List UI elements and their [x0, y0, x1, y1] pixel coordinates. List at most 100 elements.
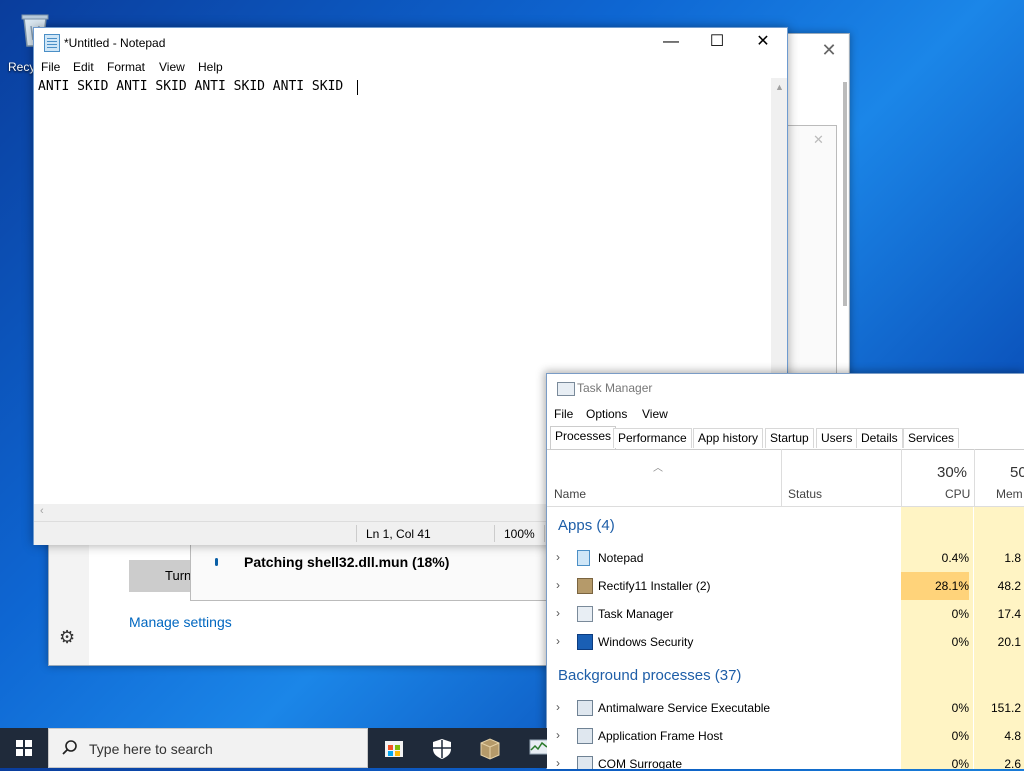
notepad-app-icon: [44, 34, 60, 52]
maximize-button[interactable]: ☐: [694, 28, 740, 58]
table-row[interactable]: › Windows Security 0% 20.1: [547, 628, 1024, 656]
process-cpu: 0%: [951, 757, 969, 769]
table-row[interactable]: › Task Manager 0% 17.4: [547, 600, 1024, 628]
installer-status-text: Patching shell32.dll.mun (18%): [244, 554, 450, 570]
tab-details[interactable]: Details: [856, 428, 903, 448]
task-manager-title: Task Manager: [577, 381, 653, 395]
settings-gear-icon[interactable]: ⚙: [59, 627, 81, 649]
expand-chevron-icon[interactable]: ›: [556, 578, 560, 592]
security-scrollbar[interactable]: [843, 82, 847, 306]
process-memory: 20.1: [997, 635, 1021, 649]
task-manager-tabs: Processes Performance App history Startu…: [547, 426, 1024, 450]
process-cpu: 28.1%: [901, 572, 969, 600]
tab-processes[interactable]: Processes: [550, 426, 617, 449]
tab-startup[interactable]: Startup: [765, 428, 814, 448]
status-separator: [356, 525, 357, 542]
windows-logo-icon: [16, 740, 32, 756]
menu-view[interactable]: View: [159, 60, 185, 74]
process-memory: 1.8: [1004, 551, 1021, 565]
tab-app-history[interactable]: App history: [693, 428, 764, 448]
menu-edit[interactable]: Edit: [73, 60, 94, 74]
close-button[interactable]: ✕: [740, 28, 786, 58]
scroll-up-icon[interactable]: ▲: [775, 82, 784, 92]
taskbar-security-button[interactable]: [418, 728, 466, 768]
security-close-button[interactable]: ✕: [819, 40, 839, 60]
menu-format[interactable]: Format: [107, 60, 145, 74]
progress-spinner-icon: [215, 558, 218, 566]
expand-chevron-icon[interactable]: ›: [556, 634, 560, 648]
notepad-menubar: File Edit Format View Help: [34, 58, 787, 78]
process-memory: 17.4: [997, 607, 1021, 621]
shield-icon: [433, 739, 451, 759]
column-divider: [974, 449, 975, 506]
expand-chevron-icon[interactable]: ›: [556, 606, 560, 620]
manage-settings-link[interactable]: Manage settings: [129, 614, 232, 630]
process-cpu: 0%: [951, 607, 969, 621]
taskbar-task-manager-button[interactable]: [514, 728, 547, 768]
expand-chevron-icon[interactable]: ›: [556, 700, 560, 714]
turn-on-button[interactable]: Turn on: [129, 560, 195, 592]
process-name: COM Surrogate: [598, 757, 683, 769]
table-row[interactable]: › COM Surrogate 0% 2.6: [547, 750, 1024, 769]
task-manager-window: Task Manager File Options View Processes…: [546, 373, 1024, 769]
sort-chevron-up-icon[interactable]: ︿: [653, 459, 663, 474]
notepad-icon: [577, 550, 590, 566]
process-name: Rectify11 Installer (2): [598, 579, 711, 593]
tab-services[interactable]: Services: [903, 428, 960, 448]
task-manager-icon: [529, 739, 547, 755]
table-row[interactable]: › Application Frame Host 0% 4.8: [547, 722, 1024, 750]
recycle-bin-label: Recy: [8, 60, 36, 74]
service-window-icon: [577, 700, 593, 716]
status-separator: [494, 525, 495, 542]
cpu-total: 30%: [937, 464, 968, 481]
tab-users[interactable]: Users: [816, 428, 858, 448]
process-name: Task Manager: [598, 607, 674, 621]
package-box-icon: [480, 738, 500, 760]
process-memory: 4.8: [1004, 729, 1021, 743]
search-placeholder: Type here to search: [89, 741, 213, 757]
column-name[interactable]: Name: [554, 487, 586, 501]
store-bag-icon: [385, 741, 403, 757]
table-row[interactable]: › Antimalware Service Executable 0% 151.…: [547, 694, 1024, 722]
background-group-header: Background processes (37): [558, 667, 742, 684]
process-name: Notepad: [598, 551, 644, 565]
tm-menu-view[interactable]: View: [642, 407, 668, 421]
service-window-icon: [577, 728, 593, 744]
taskbar: Type here to search: [0, 728, 547, 768]
turn-on-label: Turn on: [165, 568, 192, 583]
menu-help[interactable]: Help: [198, 60, 223, 74]
column-divider: [901, 449, 902, 506]
tm-menu-options[interactable]: Options: [586, 407, 627, 421]
notepad-titlebar[interactable]: *Untitled - Notepad — ☐ ✕: [34, 28, 787, 58]
service-window-icon: [577, 756, 593, 769]
column-memory[interactable]: Mem: [996, 487, 1023, 501]
expand-chevron-icon[interactable]: ›: [556, 728, 560, 742]
expand-chevron-icon[interactable]: ›: [556, 550, 560, 564]
tm-menu-file[interactable]: File: [554, 407, 573, 421]
minimize-button[interactable]: —: [648, 28, 694, 58]
column-status[interactable]: Status: [788, 487, 822, 501]
installer-package-icon: [577, 578, 593, 594]
tab-performance[interactable]: Performance: [613, 428, 692, 448]
shield-icon: [577, 634, 593, 650]
process-cpu: 0%: [951, 729, 969, 743]
process-table-header: ︿ Name Status 30% CPU 50 Mem: [547, 449, 1024, 507]
search-icon: [62, 740, 77, 755]
taskbar-search-box[interactable]: Type here to search: [48, 728, 368, 768]
menu-file[interactable]: File: [41, 60, 60, 74]
taskbar-installer-button[interactable]: [466, 728, 514, 768]
expand-chevron-icon[interactable]: ›: [556, 756, 560, 769]
notepad-title: *Untitled - Notepad: [64, 36, 166, 50]
table-row[interactable]: › Rectify11 Installer (2) 28.1% 48.2: [547, 572, 1024, 600]
start-button[interactable]: [0, 728, 48, 768]
column-cpu[interactable]: CPU: [945, 487, 970, 501]
status-zoom: 100%: [504, 527, 535, 541]
table-row[interactable]: › Notepad 0.4% 1.8: [547, 544, 1024, 572]
status-line-col: Ln 1, Col 41: [366, 527, 431, 541]
task-manager-icon: [577, 606, 593, 622]
taskbar-store-button[interactable]: [370, 728, 418, 768]
installer-close-button[interactable]: ✕: [813, 132, 824, 148]
notepad-text-area[interactable]: ANTI SKID ANTI SKID ANTI SKID ANTI SKID: [38, 78, 768, 98]
process-table-body: Apps (4) › Notepad 0.4% 1.8 › Rectify11 …: [547, 507, 1024, 769]
scroll-left-icon[interactable]: ‹: [40, 505, 44, 517]
